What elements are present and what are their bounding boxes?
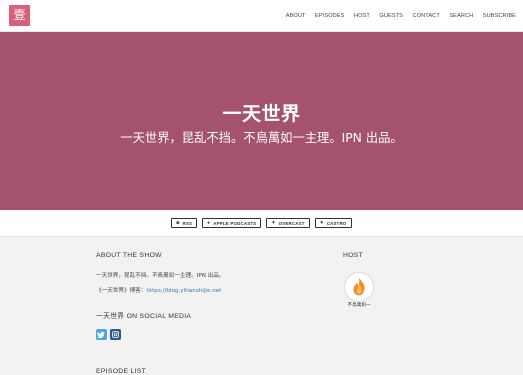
nav-host[interactable]: HOST [354,13,370,19]
castro-button[interactable]: ✦ CASTRO [314,218,352,228]
twitter-bird-icon [97,331,105,339]
overcast-button[interactable]: ✦ OVERCAST [266,218,310,228]
hero-subtitle: 一天世界，昆乱不挡。不鳥萬如一主理。IPN 出品。 [120,131,403,145]
podcast-icon: ● [207,220,211,226]
nav-contact[interactable]: CONTACT [413,13,440,19]
nav-episodes[interactable]: EPISODES [315,13,344,19]
nav-subscribe[interactable]: SUBSCRIBE [483,13,516,19]
rss-icon: ◙ [176,220,180,226]
nav-about[interactable]: ABOUT [286,13,306,19]
subscribe-bar: ◙ RSS ● APPLE PODCASTS ✦ OVERCAST ✦ CAST… [0,210,523,237]
hero-banner: 一天世界 一天世界，昆乱不挡。不鳥萬如一主理。IPN 出品。 [0,32,523,210]
nav-links: ABOUT EPISODES HOST GUESTS CONTACT SEARC… [276,0,516,32]
episode-list-title: EPISODE LIST [96,368,147,375]
top-navbar: 壹 ABOUT EPISODES HOST GUESTS CONTACT SEA… [0,0,523,32]
twitter-icon[interactable] [96,329,107,340]
host-title: HOST [343,252,364,259]
instagram-camera-icon [112,331,119,338]
apple-podcasts-button[interactable]: ● APPLE PODCASTS [202,218,262,228]
about-title: ABOUT THE SHOW [96,252,162,259]
nav-search[interactable]: SEARCH [449,13,473,19]
host-avatar[interactable] [345,273,373,301]
social-title: 一天世界 ON SOCIAL MEDIA [96,313,192,320]
castro-icon: ✦ [319,220,324,226]
about-description: 一天世界，昆乱不挡。不鳥萬如一主理。IPN 出品。 [96,273,225,279]
rss-label: RSS [182,220,193,226]
overcast-icon: ✦ [271,220,276,226]
blog-prefix: 《一天世界》博客： [96,288,147,294]
nav-guests[interactable]: GUESTS [379,13,403,19]
overcast-label: OVERCAST [278,220,305,226]
blog-link[interactable]: https://blog.yitianshijie.net [146,288,221,294]
castro-label: CASTRO [326,220,347,226]
instagram-icon[interactable] [110,329,121,340]
site-logo[interactable]: 壹 [9,5,30,26]
flame-avatar-icon [345,273,373,301]
host-name[interactable]: 不鳥萬如一 [340,302,378,308]
rss-button[interactable]: ◙ RSS [171,218,198,228]
apple-podcasts-label: APPLE PODCASTS [213,220,257,226]
blog-line: 《一天世界》博客：https://blog.yitianshijie.net [96,286,221,294]
hero-title: 一天世界 [222,103,301,125]
